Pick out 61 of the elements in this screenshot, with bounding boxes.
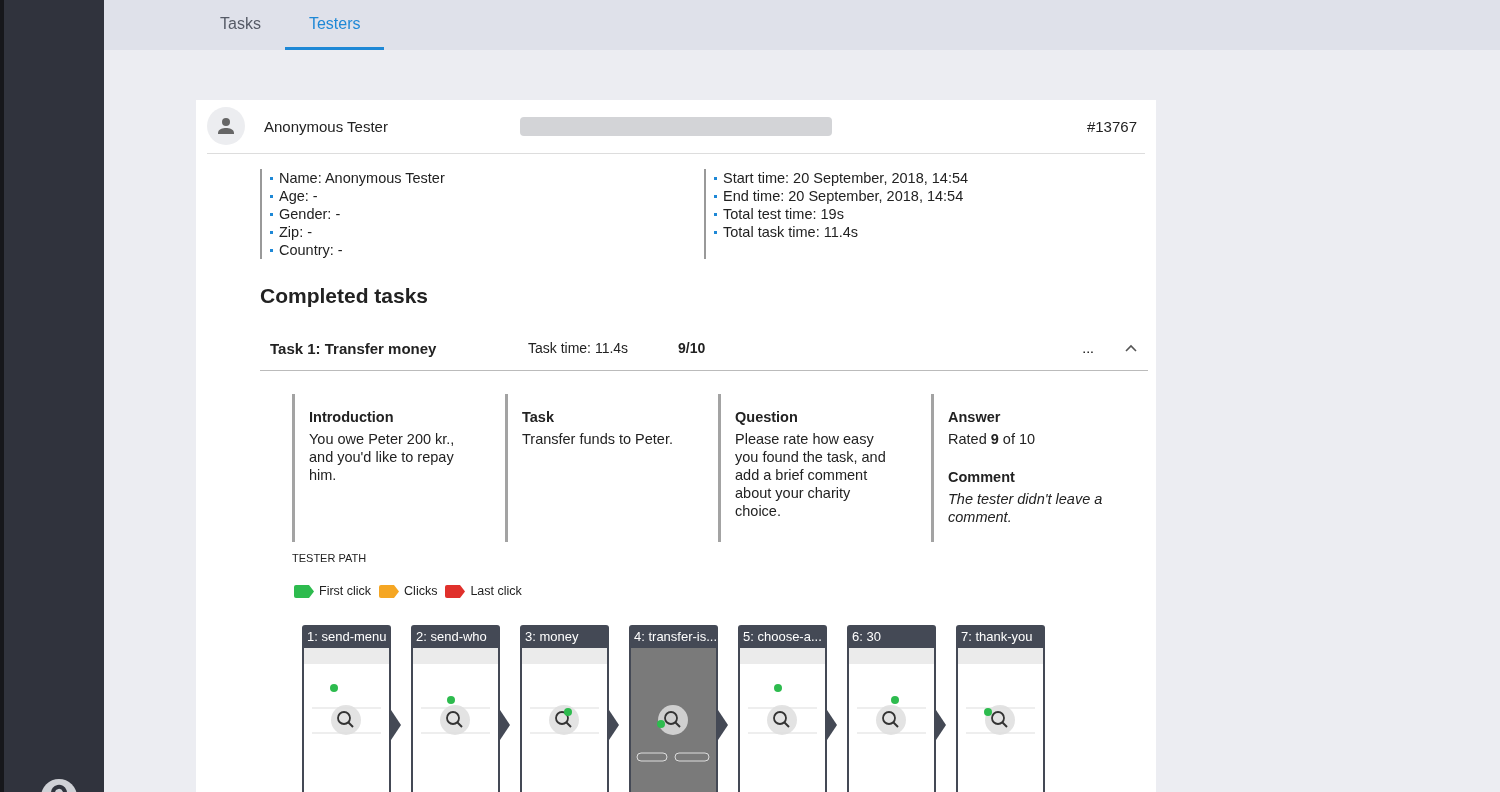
- arrow-icon: [609, 710, 619, 740]
- screen-title: 3: money: [524, 628, 580, 646]
- detail-text: Zip: -: [279, 223, 313, 241]
- column-text: Transfer funds to Peter.: [522, 430, 674, 448]
- column-heading: Introduction: [309, 408, 395, 426]
- screen-card[interactable]: 6: 30: [847, 625, 936, 792]
- bullet-icon: [270, 248, 273, 252]
- arrow-icon: [827, 710, 837, 740]
- detail-text: Name: Anonymous Tester: [279, 169, 445, 187]
- detail-text: Total test time: 19s: [723, 205, 844, 223]
- screen-title: 1: send-menu: [306, 628, 388, 646]
- detail-text: Gender: -: [279, 205, 341, 223]
- detail-text: End time: 20 September, 2018, 14:54: [723, 187, 964, 205]
- bullet-icon: [270, 230, 273, 234]
- arrow-icon: [936, 710, 946, 740]
- bullet-icon: [714, 230, 717, 234]
- screen-card[interactable]: 5: choose-a...: [738, 625, 827, 792]
- comment-heading: Comment: [948, 468, 1016, 486]
- detail-text: Age: -: [279, 187, 318, 205]
- task-title: Task 1: Transfer money: [270, 339, 438, 357]
- section-title: Completed tasks: [260, 284, 430, 308]
- detail-text: Total task time: 11.4s: [723, 223, 859, 241]
- more-menu[interactable]: ...: [1076, 339, 1100, 357]
- detail-text: Country: -: [279, 241, 343, 259]
- bullet-icon: [714, 194, 717, 198]
- task-time: Task time: 11.4s: [528, 340, 630, 356]
- bullet-icon: [270, 212, 273, 216]
- tester-name: Anonymous Tester: [264, 117, 389, 135]
- legend-label: Clicks: [404, 584, 438, 598]
- legend-label: Last click: [470, 584, 522, 598]
- detail-text: Start time: 20 September, 2018, 14:54: [723, 169, 969, 187]
- tab[interactable]: Tasks: [196, 0, 285, 50]
- bullet-icon: [270, 194, 273, 198]
- screen-card[interactable]: 3: money: [520, 625, 609, 792]
- screen-title: 2: send-who: [415, 628, 488, 646]
- screen-title: 6: 30: [851, 628, 882, 646]
- column-text: Please rate how easy you found the task, and add a brief comment about your charity choice.: [735, 430, 887, 520]
- task-score: 9/10: [678, 340, 706, 356]
- column-text: You owe Peter 200 kr., and you'd like to repay him.: [309, 430, 456, 484]
- legend-label: First click: [319, 584, 372, 598]
- path-title: TESTER PATH: [292, 552, 368, 564]
- avatar-icon: [207, 107, 245, 145]
- arrow-icon: [391, 710, 401, 740]
- screen-card[interactable]: 7: thank-you: [956, 625, 1045, 792]
- bullet-icon: [714, 212, 717, 216]
- column-heading: Question: [735, 408, 799, 426]
- arrow-icon: [500, 710, 510, 740]
- bullet-icon: [270, 176, 273, 180]
- column-heading: Task: [522, 408, 555, 426]
- screen-title: 5: choose-a...: [742, 628, 823, 646]
- screen-title: 4: transfer-is...: [633, 628, 718, 646]
- column-text: Rated 9 of 10: [948, 430, 1037, 448]
- screen-card[interactable]: 4: transfer-is...: [629, 625, 718, 792]
- screen-card[interactable]: 2: send-who: [411, 625, 500, 792]
- screen-title: 7: thank-you: [960, 628, 1034, 646]
- arrow-icon: [718, 710, 728, 740]
- screen-card[interactable]: 1: send-menu: [302, 625, 391, 792]
- column-heading: Answer: [948, 408, 1002, 426]
- comment-text: The tester didn't leave a comment.: [948, 490, 1104, 526]
- tester-id: #13767: [1086, 117, 1137, 135]
- bullet-icon: [714, 176, 717, 180]
